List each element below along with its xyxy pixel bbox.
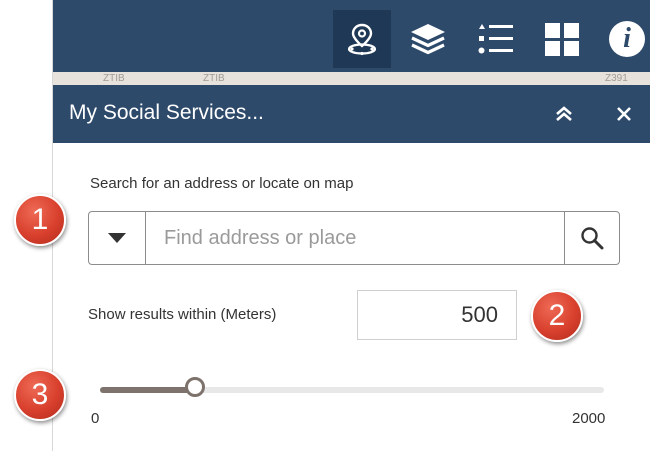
panel-title: My Social Services... — [69, 101, 264, 124]
info-icon: i — [609, 21, 645, 57]
search-label: Search for an address or locate on map — [90, 175, 354, 192]
callout-number: 2 — [548, 299, 566, 332]
widget-toolbar: i — [53, 0, 650, 72]
search-source-dropdown[interactable] — [89, 212, 146, 264]
location-search-icon — [347, 23, 377, 56]
basemap-gallery-icon — [545, 23, 579, 56]
double-chevron-up-icon — [556, 106, 572, 121]
close-icon — [617, 107, 631, 121]
search-button[interactable] — [564, 212, 619, 264]
distance-input[interactable] — [357, 290, 517, 340]
panel-header: My Social Services... — [53, 85, 650, 143]
distance-slider-handle[interactable] — [184, 377, 205, 397]
map-label: ZTIB — [103, 73, 125, 84]
collapse-panel-button[interactable] — [549, 99, 579, 129]
distance-slider-fill — [100, 387, 195, 393]
slider-max-label: 2000 — [572, 410, 606, 427]
callout-marker-2: 2 — [531, 290, 583, 342]
layers-icon — [411, 24, 445, 55]
distance-label: Show results within (Meters) — [88, 306, 277, 323]
callout-marker-1: 1 — [14, 194, 66, 246]
location-search-tool-button[interactable] — [333, 10, 391, 68]
map-label: Z391 — [605, 73, 628, 84]
layers-tool-button[interactable] — [399, 10, 457, 68]
info-tool-button[interactable]: i — [599, 10, 650, 68]
info-icon-glyph: i — [623, 23, 631, 54]
search-input[interactable] — [146, 212, 566, 264]
search-box — [88, 211, 620, 265]
legend-tool-button[interactable] — [466, 10, 524, 68]
callout-number: 1 — [31, 203, 49, 236]
legend-list-icon — [478, 24, 513, 54]
callout-marker-3: 3 — [14, 369, 66, 421]
caret-down-icon — [108, 233, 126, 243]
search-icon — [581, 227, 604, 250]
map-background[interactable]: ZTIB ZTIB Z391 — [53, 72, 650, 85]
slider-min-label: 0 — [91, 410, 100, 427]
callout-number: 3 — [31, 378, 49, 411]
map-label: ZTIB — [203, 73, 225, 84]
distance-slider-track[interactable] — [100, 387, 604, 393]
close-panel-button[interactable] — [609, 99, 639, 129]
basemap-gallery-tool-button[interactable] — [533, 10, 591, 68]
